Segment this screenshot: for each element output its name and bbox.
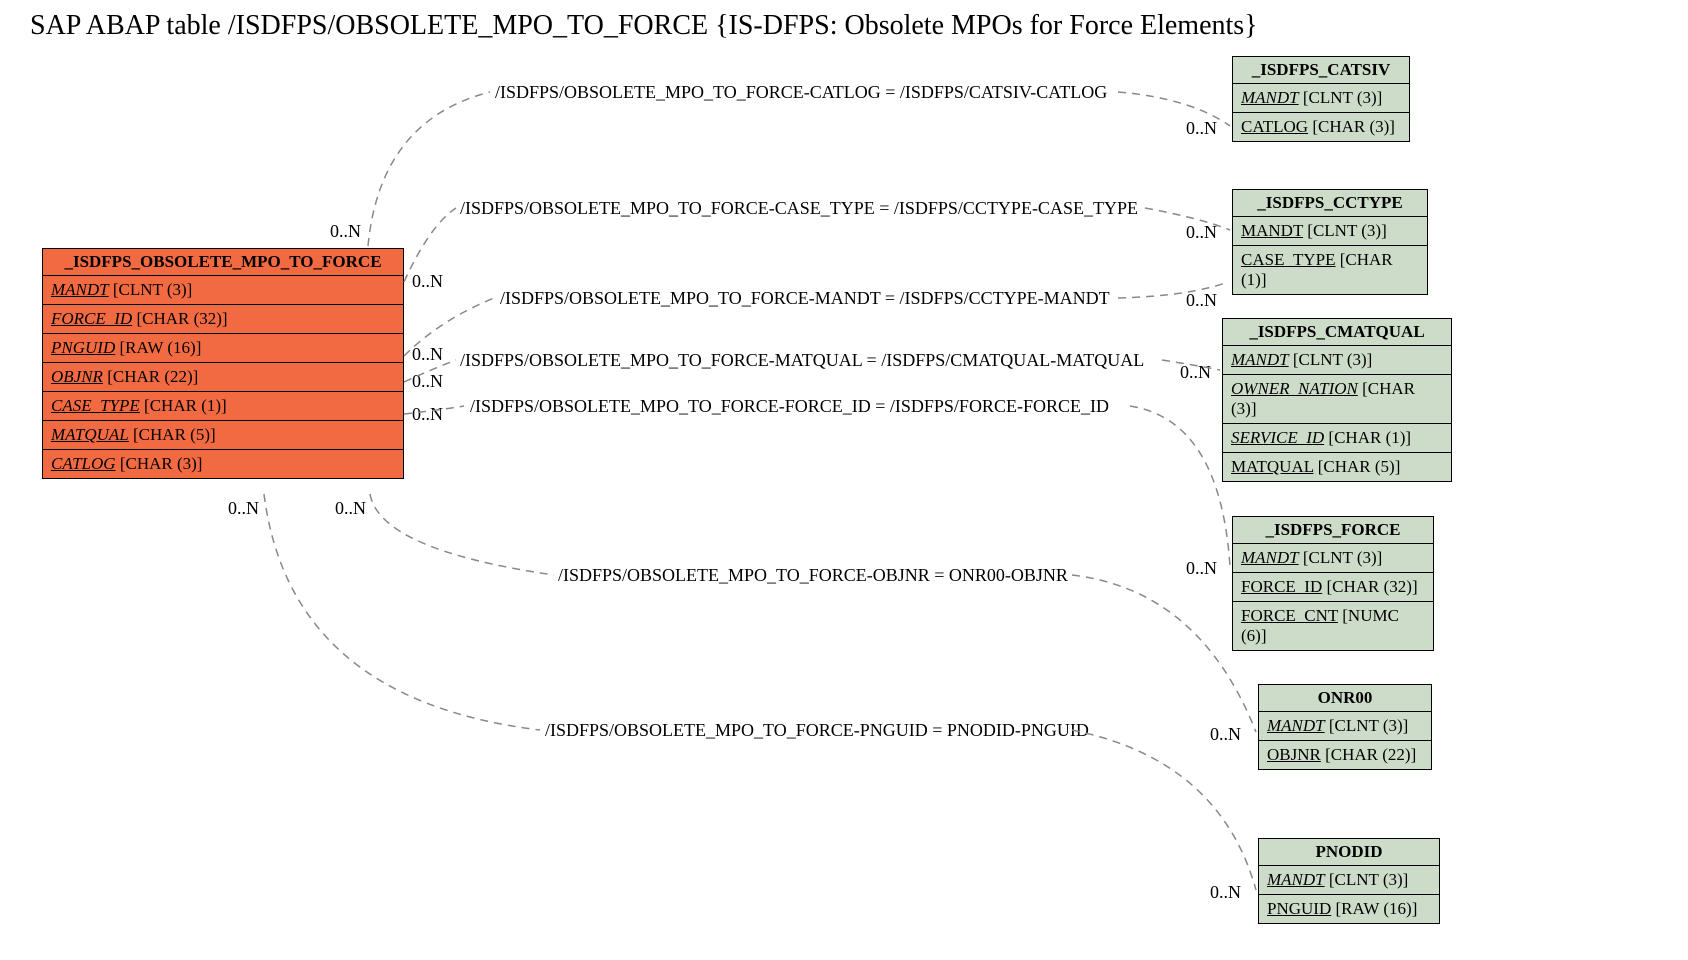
field-row: OBJNR [CHAR (22)]	[1259, 741, 1431, 769]
field-row: MATQUAL [CHAR (5)]	[1223, 453, 1451, 481]
field-row: SERVICE_ID [CHAR (1)]	[1223, 424, 1451, 453]
cardinality: 0..N	[335, 498, 366, 519]
relation-label: /ISDFPS/OBSOLETE_MPO_TO_FORCE-MATQUAL = …	[460, 350, 1144, 371]
field-row: OBJNR [CHAR (22)]	[43, 363, 403, 392]
entity-main: _ISDFPS_OBSOLETE_MPO_TO_FORCE MANDT [CLN…	[42, 248, 404, 479]
field-row: MATQUAL [CHAR (5)]	[43, 421, 403, 450]
field-row: MANDT [CLNT (3)]	[1259, 712, 1431, 741]
page-title: SAP ABAP table /ISDFPS/OBSOLETE_MPO_TO_F…	[30, 10, 1258, 42]
cardinality: 0..N	[412, 371, 443, 392]
field-row: PNGUID [RAW (16)]	[43, 334, 403, 363]
field-row: CASE_TYPE [CHAR (1)]	[43, 392, 403, 421]
entity-cmatqual: _ISDFPS_CMATQUAL MANDT [CLNT (3)] OWNER_…	[1222, 318, 1452, 482]
entity-header: ONR00	[1259, 685, 1431, 712]
entity-onr00: ONR00 MANDT [CLNT (3)] OBJNR [CHAR (22)]	[1258, 684, 1432, 770]
entity-header: _ISDFPS_CCTYPE	[1233, 190, 1427, 217]
relation-label: /ISDFPS/OBSOLETE_MPO_TO_FORCE-OBJNR = ON…	[558, 565, 1068, 586]
cardinality: 0..N	[228, 498, 259, 519]
cardinality: 0..N	[412, 271, 443, 292]
entity-cctype: _ISDFPS_CCTYPE MANDT [CLNT (3)] CASE_TYP…	[1232, 189, 1428, 295]
field-row: CASE_TYPE [CHAR (1)]	[1233, 246, 1427, 294]
cardinality: 0..N	[412, 344, 443, 365]
entity-main-header: _ISDFPS_OBSOLETE_MPO_TO_FORCE	[43, 249, 403, 276]
entity-header: PNODID	[1259, 839, 1439, 866]
entity-force: _ISDFPS_FORCE MANDT [CLNT (3)] FORCE_ID …	[1232, 516, 1434, 651]
field-row: CATLOG [CHAR (3)]	[1233, 113, 1409, 141]
field-row: PNGUID [RAW (16)]	[1259, 895, 1439, 923]
cardinality: 0..N	[1210, 724, 1241, 745]
cardinality: 0..N	[1210, 882, 1241, 903]
relation-label: /ISDFPS/OBSOLETE_MPO_TO_FORCE-FORCE_ID =…	[470, 396, 1109, 417]
cardinality: 0..N	[1186, 290, 1217, 311]
field-row: MANDT [CLNT (3)]	[1233, 544, 1433, 573]
cardinality: 0..N	[1180, 362, 1211, 383]
cardinality: 0..N	[330, 221, 361, 242]
field-row: MANDT [CLNT (3)]	[1233, 217, 1427, 246]
relation-label: /ISDFPS/OBSOLETE_MPO_TO_FORCE-CASE_TYPE …	[460, 198, 1138, 219]
field-row: FORCE_CNT [NUMC (6)]	[1233, 602, 1433, 650]
entity-pnodid: PNODID MANDT [CLNT (3)] PNGUID [RAW (16)…	[1258, 838, 1440, 924]
relation-label: /ISDFPS/OBSOLETE_MPO_TO_FORCE-CATLOG = /…	[495, 82, 1107, 103]
field-row: MANDT [CLNT (3)]	[1233, 84, 1409, 113]
cardinality: 0..N	[1186, 222, 1217, 243]
entity-catsiv: _ISDFPS_CATSIV MANDT [CLNT (3)] CATLOG […	[1232, 56, 1410, 142]
field-row: MANDT [CLNT (3)]	[43, 276, 403, 305]
cardinality: 0..N	[1186, 118, 1217, 139]
relation-label: /ISDFPS/OBSOLETE_MPO_TO_FORCE-MANDT = /I…	[500, 288, 1110, 309]
entity-header: _ISDFPS_CATSIV	[1233, 57, 1409, 84]
field-row: MANDT [CLNT (3)]	[1223, 346, 1451, 375]
field-row: MANDT [CLNT (3)]	[1259, 866, 1439, 895]
field-row: FORCE_ID [CHAR (32)]	[43, 305, 403, 334]
field-row: FORCE_ID [CHAR (32)]	[1233, 573, 1433, 602]
entity-header: _ISDFPS_FORCE	[1233, 517, 1433, 544]
field-row: OWNER_NATION [CHAR (3)]	[1223, 375, 1451, 424]
field-row: CATLOG [CHAR (3)]	[43, 450, 403, 478]
entity-header: _ISDFPS_CMATQUAL	[1223, 319, 1451, 346]
relation-label: /ISDFPS/OBSOLETE_MPO_TO_FORCE-PNGUID = P…	[545, 720, 1089, 741]
cardinality: 0..N	[412, 404, 443, 425]
cardinality: 0..N	[1186, 558, 1217, 579]
